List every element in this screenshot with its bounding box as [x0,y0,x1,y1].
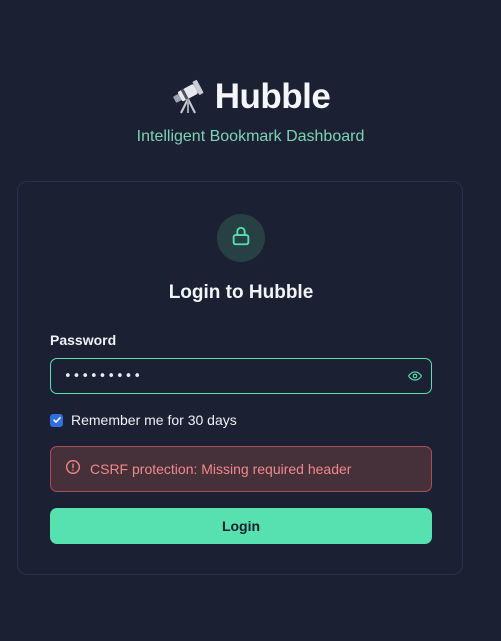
app-subtitle: Intelligent Bookmark Dashboard [136,128,365,145]
login-button[interactable]: Login [50,508,432,544]
telescope-icon [171,79,207,115]
remember-me-label[interactable]: Remember me for 30 days [71,412,237,428]
login-title: Login to Hubble [168,282,314,303]
remember-me-checkbox[interactable] [50,413,63,427]
password-label: Password [50,332,117,348]
login-card: Login to Hubble Password Remember me for… [17,181,463,575]
error-message: CSRF protection: Missing required header [90,461,352,477]
lock-icon [230,225,252,252]
error-alert: CSRF protection: Missing required header [50,446,432,492]
remember-me-row: Remember me for 30 days [50,412,237,428]
alert-circle-icon [65,459,81,480]
eye-icon[interactable] [405,367,425,385]
lock-icon-badge [217,214,265,262]
password-input[interactable] [51,359,404,393]
app-title-text: Hubble [214,77,331,116]
password-field [50,358,432,394]
app-title: Hubble [171,76,331,118]
brand-header: Hubble Intelligent Bookmark Dashboard [0,76,501,146]
